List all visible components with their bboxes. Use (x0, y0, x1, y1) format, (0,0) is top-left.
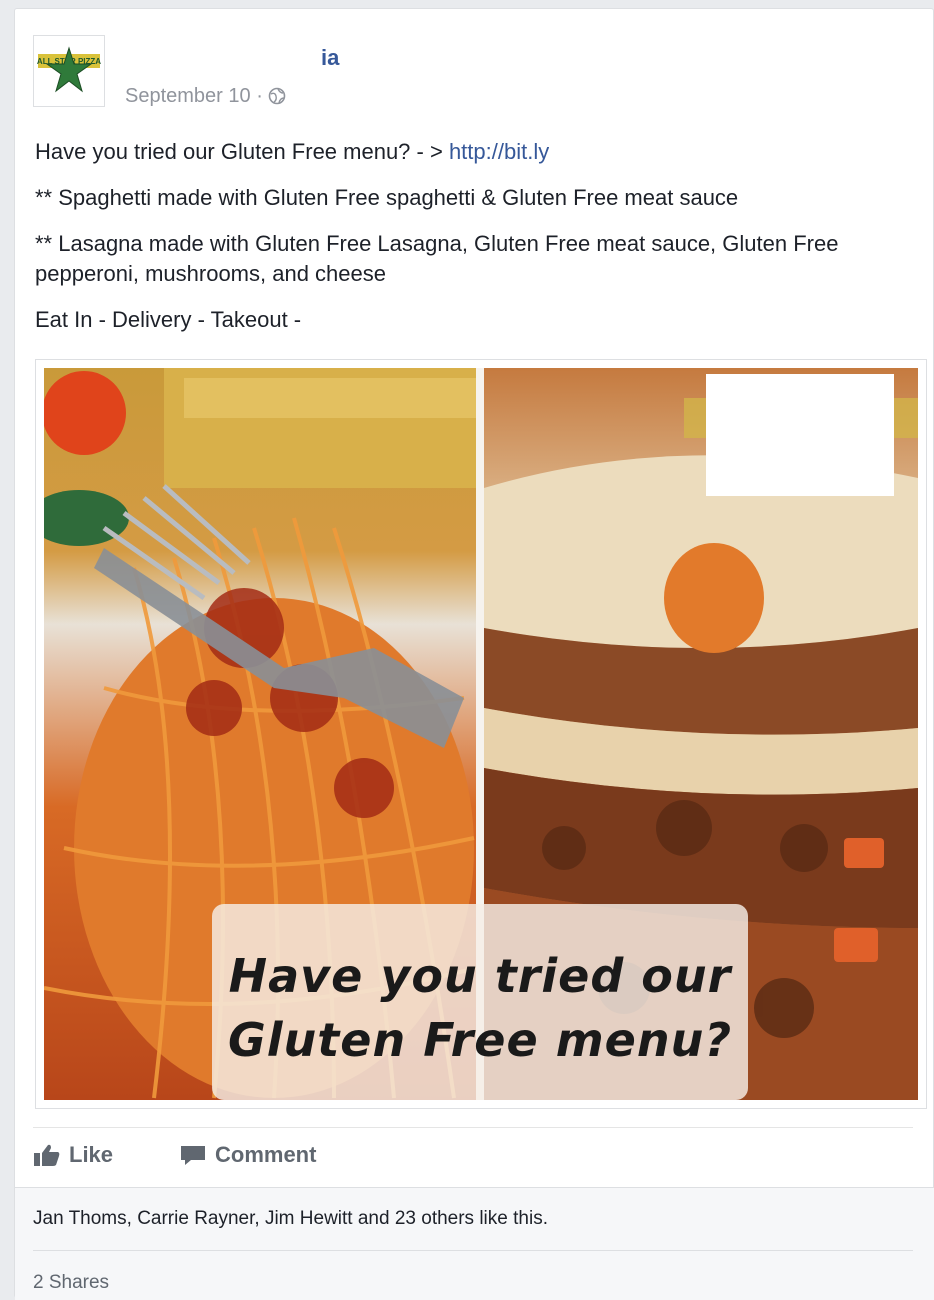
post-card: ALL STAR PIZZA ia September 10 · Have yo… (14, 8, 934, 1300)
redacted-block (549, 141, 828, 163)
engagement-summary: Jan Thoms, Carrie Rayner, Jim Hewitt and… (15, 1187, 934, 1300)
image-caption: Have you tried our Gluten Free menu? (212, 944, 748, 1072)
image-caption-line-2: Gluten Free menu? (228, 1013, 732, 1067)
post-line-4-text: Eat In - Delivery - Takeout - (35, 307, 308, 332)
post-line-3: ** Lasagna made with Gluten Free Lasagna… (35, 231, 839, 286)
page-avatar[interactable]: ALL STAR PIZZA (33, 35, 105, 107)
page-name[interactable]: ia (125, 45, 339, 71)
image-caption-overlay: Have you tried our Gluten Free menu? (212, 904, 748, 1100)
globe-icon (269, 87, 286, 105)
like-thumb-icon (34, 1144, 60, 1166)
post-line-1-text: Have you tried our Gluten Free menu? - > (35, 139, 449, 164)
post-image[interactable]: Have you tried our Gluten Free menu? (35, 359, 927, 1109)
star-logo-icon: ALL STAR PIZZA (34, 36, 104, 106)
comment-button[interactable]: Comment (179, 1142, 316, 1168)
redacted-logo-box (706, 374, 894, 496)
post-image-content: Have you tried our Gluten Free menu? (44, 368, 918, 1100)
like-button[interactable]: Like (33, 1142, 113, 1168)
post-link[interactable]: http://bit.ly (449, 139, 549, 164)
post-line-2: ** Spaghetti made with Gluten Free spagh… (35, 185, 739, 210)
post-line-1: Have you tried our Gluten Free menu? - >… (35, 137, 925, 167)
post-actions: Like Comment (33, 1127, 913, 1178)
redacted-phone (307, 309, 488, 331)
post-timestamp[interactable]: September 10 · (125, 85, 286, 108)
comment-label: Comment (215, 1142, 317, 1167)
likes-summary[interactable]: Jan Thoms, Carrie Rayner, Jim Hewitt and… (33, 1208, 548, 1230)
post-header: ALL STAR PIZZA ia September 10 · (33, 35, 913, 115)
divider (33, 1250, 913, 1251)
shares-count[interactable]: 2 Shares (33, 1272, 109, 1294)
post-line-4: Eat In - Delivery - Takeout - (35, 305, 925, 335)
image-caption-line-1: Have you tried our (228, 949, 732, 1003)
comment-icon (181, 1146, 205, 1165)
post-body: Have you tried our Gluten Free menu? - >… (35, 137, 925, 351)
like-label: Like (69, 1142, 114, 1167)
